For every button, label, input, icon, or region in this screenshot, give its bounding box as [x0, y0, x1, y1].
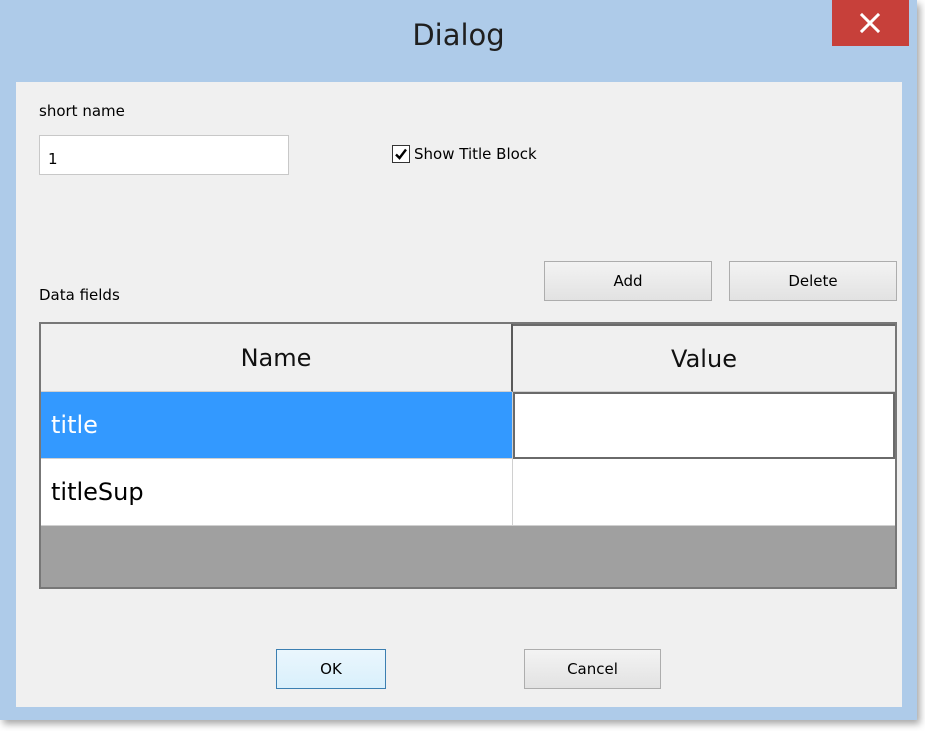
cancel-button[interactable]: Cancel — [524, 649, 661, 689]
cell-name[interactable]: titleSup — [41, 459, 513, 526]
add-button[interactable]: Add — [544, 261, 712, 301]
checkmark-icon — [395, 148, 407, 160]
title-bar[interactable]: Dialog — [0, 0, 917, 82]
show-title-block-label: Show Title Block — [414, 145, 537, 163]
table-header: Name Value — [41, 324, 895, 392]
show-title-block-option[interactable]: Show Title Block — [392, 142, 537, 166]
ok-button[interactable]: OK — [276, 649, 386, 689]
show-title-block-checkbox[interactable] — [392, 145, 410, 163]
table-row[interactable]: titleSup — [41, 459, 895, 526]
close-icon — [859, 12, 881, 34]
close-button[interactable] — [832, 0, 909, 46]
cell-value[interactable] — [513, 392, 895, 459]
column-header-value[interactable]: Value — [513, 324, 895, 392]
cell-value[interactable] — [513, 459, 895, 526]
delete-button[interactable]: Delete — [729, 261, 897, 301]
column-header-name[interactable]: Name — [41, 324, 513, 392]
dialog-window: Dialog short name Show Title Block Data … — [0, 0, 917, 720]
short-name-input[interactable] — [39, 135, 289, 175]
data-fields-label: Data fields — [39, 286, 120, 304]
table-row[interactable]: title — [41, 392, 895, 459]
data-fields-table: Name Value title titleSup — [39, 322, 897, 589]
cell-name[interactable]: title — [41, 392, 513, 459]
window-title: Dialog — [412, 18, 505, 52]
dialog-client-area: short name Show Title Block Data fields … — [16, 82, 902, 707]
short-name-label: short name — [39, 102, 125, 120]
